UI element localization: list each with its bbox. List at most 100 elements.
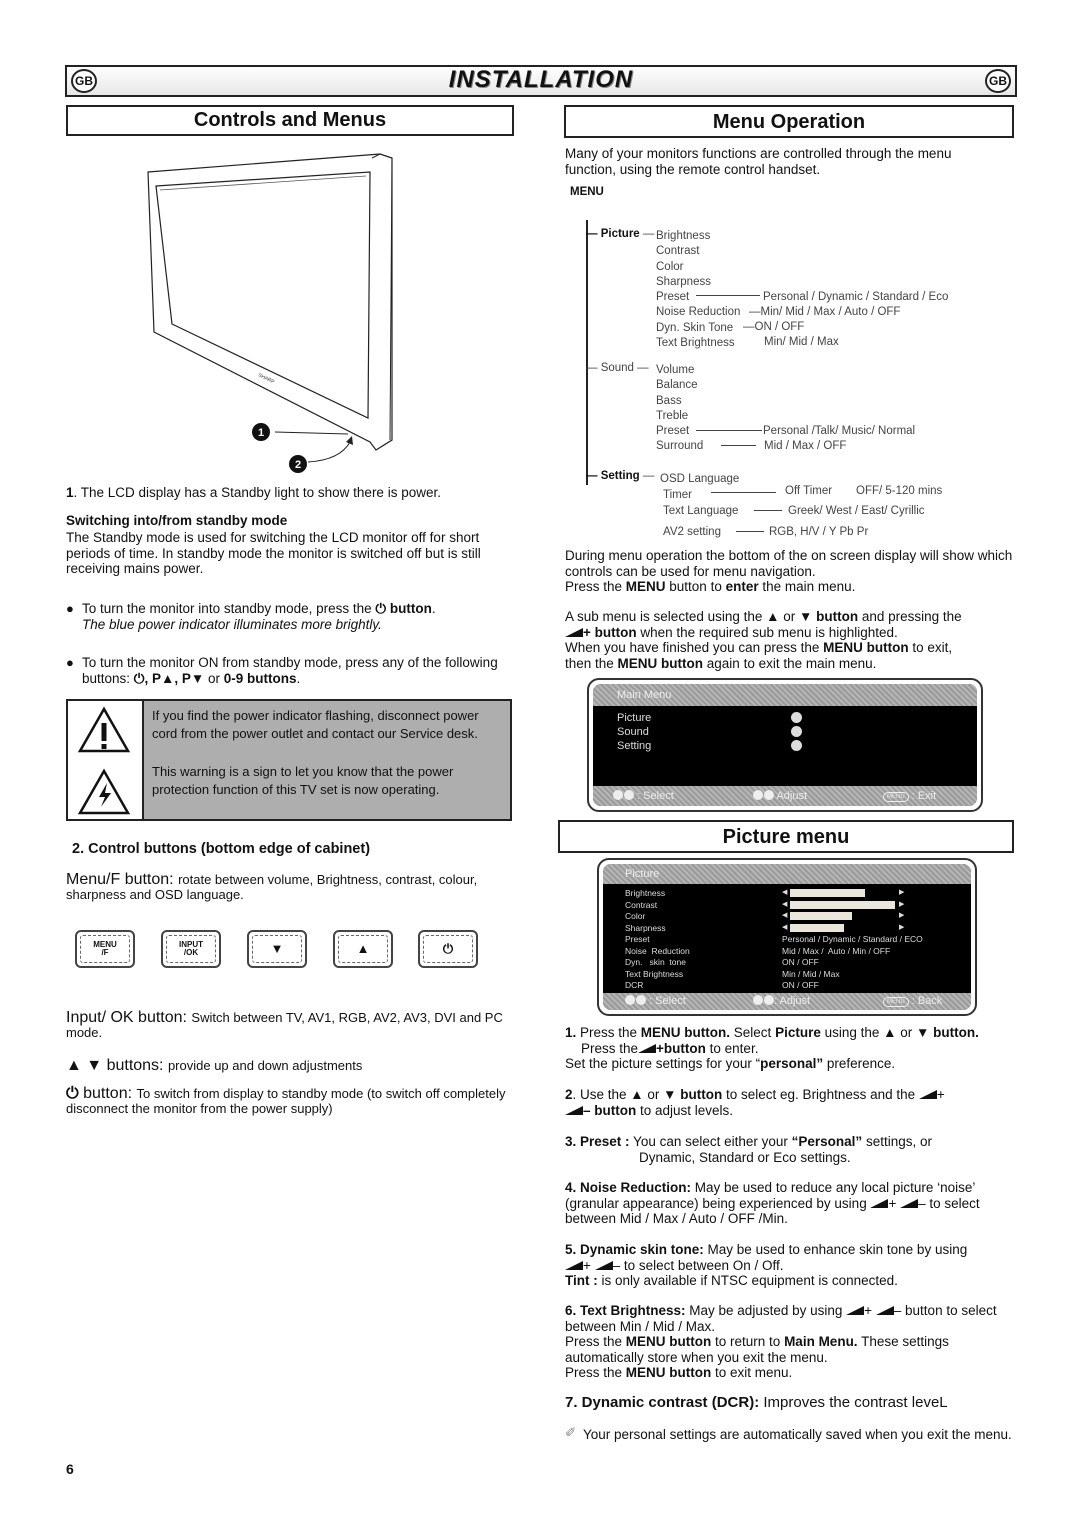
auto-save-note: ✐ Your personal settings are automatical… <box>565 1425 1012 1442</box>
text-fragment: using the ▲ or ▼ <box>820 1025 934 1040</box>
volume-wedge-icon <box>846 1306 865 1315</box>
osd-slider-color[interactable]: Color ◀ ▶ <box>625 911 963 923</box>
warning-box: If you find the power indicator flashing… <box>66 699 512 821</box>
osd-row-text-brightness[interactable]: Text Brightness Min / Mid / Max <box>625 969 963 981</box>
text-fragment: 1. <box>565 1025 577 1040</box>
text-fragment: Press the <box>565 1365 626 1380</box>
cabinet-menu-f-button[interactable]: MENU /F <box>75 930 135 968</box>
volume-wedge-icon <box>638 1043 657 1053</box>
callout-2: 2 <box>295 459 301 471</box>
text-fragment: +button <box>656 1040 706 1056</box>
step-6: 6. Text Brightness: May be adjusted by u… <box>565 1303 1015 1381</box>
warning-text-1: If you find the power indicator flashing… <box>152 708 479 741</box>
osd-item-sound[interactable]: Sound <box>617 725 651 739</box>
text-fragment: Improves the contrast leveL <box>759 1394 948 1411</box>
slider-right-arrow-icon[interactable]: ▶ <box>899 923 904 931</box>
cabinet-power-button[interactable]: ⏻ <box>418 930 478 968</box>
osd-row-preset[interactable]: Preset Personal / Dynamic / Standard / EC… <box>625 934 963 946</box>
slider-track[interactable] <box>790 900 897 909</box>
text-fragment: Tint : <box>565 1273 598 1288</box>
slider-fill <box>790 889 865 897</box>
text-fragment: 5. Dynamic skin tone: <box>565 1242 704 1257</box>
osd-title: Main Menu <box>593 684 977 706</box>
picture-menu-osd: Picture Brightness ◀ ▶ Contrast ◀ ▶ Color ◀ ▶ … <box>597 858 977 1016</box>
cabinet-input-ok-button[interactable]: INPUT /OK <box>161 930 221 968</box>
text-fragment: . Use the ▲ or ▼ <box>572 1087 681 1102</box>
osd-row-skin-tone[interactable]: Dyn. skin tone ON / OFF <box>625 957 963 969</box>
standby-bullet-1: ● To turn the monitor into standby mode,… <box>66 601 436 632</box>
menu-key-icon: MENU <box>883 997 909 1007</box>
slider-right-arrow-icon[interactable]: ▶ <box>899 900 904 908</box>
volume-wedge-icon <box>565 1260 583 1270</box>
volume-wedge-icon <box>900 1198 919 1208</box>
section-title-menu-operation: Menu Operation <box>564 105 1014 138</box>
osd-item-picture[interactable]: Picture <box>617 711 651 725</box>
osd-item-setting[interactable]: Setting <box>617 739 651 753</box>
cabinet-down-button[interactable]: ▼ <box>247 930 307 968</box>
slider-track[interactable] <box>790 923 897 932</box>
osd-slider-sharpness[interactable]: Sharpness ◀ ▶ <box>625 923 963 935</box>
slider-track[interactable] <box>790 912 897 920</box>
text-fragment: – button <box>583 1102 637 1118</box>
bullet-icon: ● <box>66 601 74 616</box>
slider-left-arrow-icon[interactable]: ◀ <box>782 888 787 896</box>
slider-fill <box>790 912 853 920</box>
volume-wedge-icon <box>594 1260 613 1270</box>
text-fragment: + <box>888 1195 901 1211</box>
step-5: 5. Dynamic skin tone: May be used to enh… <box>565 1242 1015 1289</box>
osd-slider-brightness[interactable]: Brightness ◀ ▶ <box>625 888 963 900</box>
text-fragment: MENU button <box>625 1365 712 1380</box>
slider-right-arrow-icon[interactable]: ▶ <box>899 888 904 896</box>
osd-arrow-right-icon <box>791 726 802 737</box>
submenu-instructions: A sub menu is selected using the ▲ or ▼ … <box>565 609 962 671</box>
warning-exclamation-icon <box>77 706 131 753</box>
text-fragment: May be used to enhance skin tone by usin… <box>703 1242 968 1257</box>
text-fragment: Set the picture settings for your “ <box>565 1056 761 1071</box>
text-fragment: 3. Preset : <box>565 1134 630 1149</box>
text-fragment: to select eg. Brightness and the <box>722 1087 919 1102</box>
osd-arrow-right-icon <box>791 712 802 723</box>
text-fragment: 6. Text Brightness: <box>565 1303 686 1318</box>
osd-arrow-right-icon <box>791 740 802 751</box>
text-fragment: Select <box>730 1025 776 1040</box>
text-fragment: Press the <box>576 1025 641 1040</box>
menu-tree: — Picture — Brightness Contrast Color Sh… <box>586 228 949 538</box>
text-fragment: 7. Dynamic contrast (DCR): <box>565 1394 760 1411</box>
standby-light-caption: 1. The LCD display has a Standby light t… <box>66 485 441 500</box>
slider-track[interactable] <box>790 889 897 897</box>
slider-fill <box>790 900 895 909</box>
section-title-controls: Controls and Menus <box>66 105 514 136</box>
osd-row-noise-reduction[interactable]: Noise Reduction Mid / Max / Auto / Min / … <box>625 946 963 958</box>
cabinet-up-button[interactable]: ▲ <box>333 930 393 968</box>
text-fragment: Press the <box>581 1040 639 1056</box>
osd-row-dcr[interactable]: DCR ON / OFF <box>625 980 963 992</box>
text-fragment: Main Menu. <box>784 1334 858 1349</box>
slider-left-arrow-icon[interactable]: ◀ <box>782 911 787 919</box>
volume-wedge-icon <box>565 625 583 640</box>
slider-left-arrow-icon[interactable]: ◀ <box>782 923 787 931</box>
input-ok-description: Input/ OK button: Switch between TV, AV1… <box>66 1009 503 1041</box>
osd-slider-contrast[interactable]: Contrast ◀ ▶ <box>625 900 963 912</box>
up-arrow-icon: ▲ <box>338 935 388 963</box>
warning-lightning-icon <box>77 768 131 815</box>
text-fragment: to return to <box>711 1334 785 1349</box>
slider-right-arrow-icon[interactable]: ▶ <box>899 911 904 919</box>
page-header: GB INSTALLATION GB <box>65 65 1017 97</box>
down-circle-icon <box>624 790 634 800</box>
menu-label: MENU <box>570 186 604 198</box>
pencil-note-icon: ✐ <box>565 1425 577 1440</box>
gb-badge-right: GB <box>985 69 1011 93</box>
up-down-arrows-icon: ▲ ▼ <box>66 1057 103 1074</box>
down-circle-icon <box>636 995 646 1005</box>
menu-intro: Many of your monitors functions are cont… <box>565 146 952 177</box>
standby-heading: Switching into/from standby mode <box>66 513 288 528</box>
slider-fill <box>790 923 844 932</box>
section-title-picture-menu: Picture menu <box>558 820 1014 853</box>
control-buttons-heading: 2. Control buttons (bottom edge of cabin… <box>72 841 371 857</box>
text-fragment: to adjust levels. <box>636 1102 734 1118</box>
text-fragment: Dynamic, Standard or Eco settings. <box>639 1149 851 1165</box>
slider-left-arrow-icon[interactable]: ◀ <box>782 900 787 908</box>
text-fragment: settings, or <box>862 1134 932 1149</box>
step-4: 4. Noise Reduction: May be used to reduc… <box>565 1180 1017 1227</box>
page-number: 6 <box>66 1461 74 1477</box>
